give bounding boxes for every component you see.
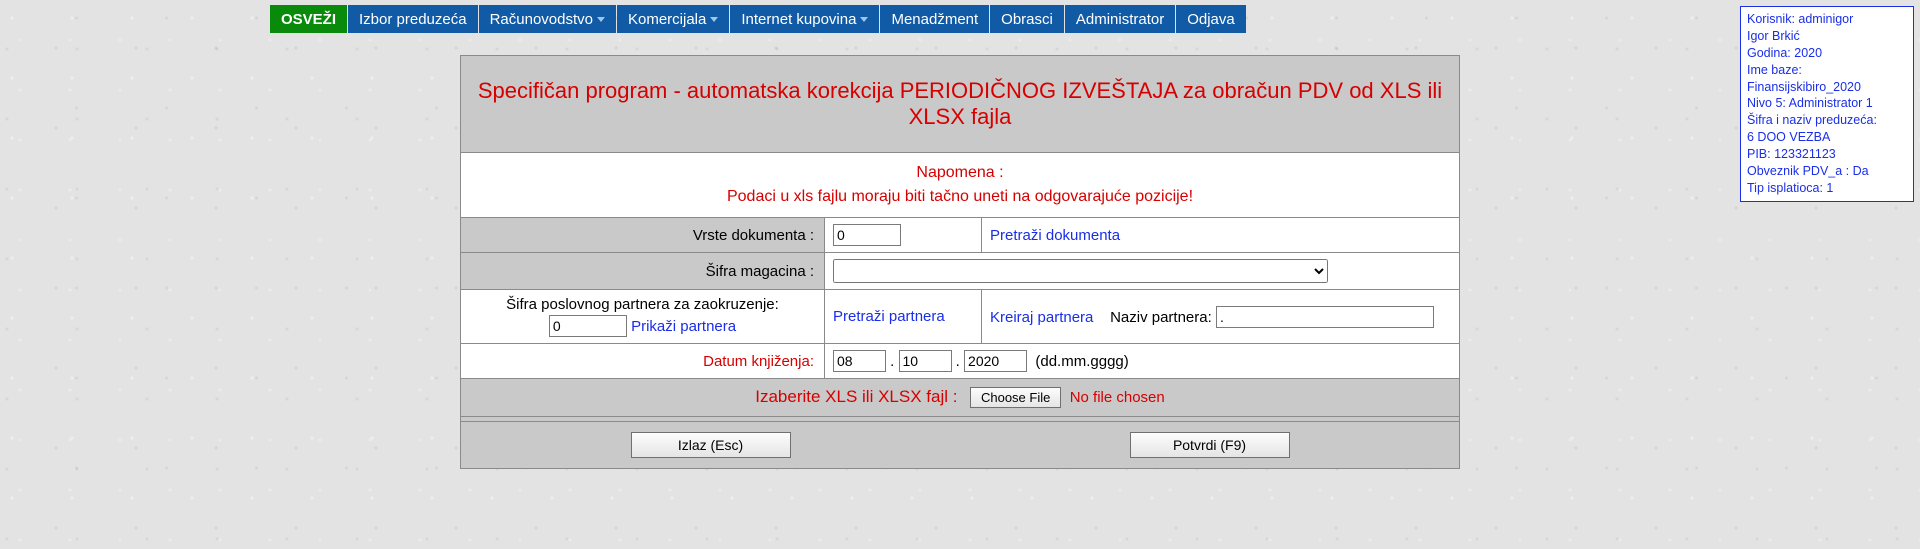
label-sifra-magacina: Šifra magacina : (461, 253, 825, 290)
note-line2: Podaci u xls fajlu moraju biti tačno une… (727, 188, 1193, 205)
info-comp-lbl: Šifra i naziv preduzeća: (1747, 112, 1907, 129)
note-cell: Napomena : Podaci u xls fajlu moraju bit… (461, 153, 1460, 218)
nav-racunovodstvo[interactable]: Računovodstvo (479, 5, 616, 33)
link-pretrazi-dokumenta[interactable]: Pretraži dokumenta (990, 227, 1120, 244)
label-sifra-partnera: Šifra poslovnog partnera za zaokruzenje: (469, 296, 816, 313)
input-sifra-partnera[interactable] (549, 315, 627, 337)
input-date-yyyy[interactable] (964, 350, 1027, 372)
input-date-dd[interactable] (833, 350, 886, 372)
main-nav: OSVEŽI Izbor preduzeća Računovodstvo Kom… (0, 0, 1920, 37)
input-date-mm[interactable] (899, 350, 952, 372)
info-tip: Tip isplatioca: 1 (1747, 180, 1907, 197)
nav-menadzment[interactable]: Menadžment (880, 5, 989, 33)
select-sifra-magacina[interactable] (833, 259, 1328, 283)
chevron-down-icon (710, 17, 718, 22)
input-naziv-partnera[interactable] (1216, 306, 1434, 328)
page-title: Specifičan program - automatska korekcij… (461, 56, 1460, 153)
info-level: Nivo 5: Administrator 1 (1747, 95, 1907, 112)
nav-komercijala[interactable]: Komercijala (617, 5, 729, 33)
user-info-panel: Korisnik: adminigor Igor Brkić Godina: 2… (1740, 6, 1914, 202)
nav-odjava[interactable]: Odjava (1176, 5, 1246, 33)
label-datum-knjizenja: Datum knjiženja: (461, 344, 825, 379)
hint-date-format: (dd.mm.gggg) (1035, 353, 1128, 370)
status-no-file: No file chosen (1070, 389, 1165, 406)
label-izaberite-fajl: Izaberite XLS ili XLSX fajl : (755, 387, 957, 406)
info-db-lbl: Ime baze: (1747, 62, 1907, 79)
info-pib: PIB: 123321123 (1747, 146, 1907, 163)
info-comp: 6 DOO VEZBA (1747, 129, 1907, 146)
info-db: Finansijskibiro_2020 (1747, 79, 1907, 96)
label-naziv-partnera: Naziv partnera: (1110, 309, 1212, 326)
button-choose-file[interactable]: Choose File (970, 387, 1061, 408)
link-pretrazi-partnera[interactable]: Pretraži partnera (833, 308, 945, 325)
nav-administrator[interactable]: Administrator (1065, 5, 1175, 33)
note-line1: Napomena : (916, 164, 1003, 181)
button-izlaz[interactable]: Izlaz (Esc) (631, 432, 791, 458)
chevron-down-icon (860, 17, 868, 22)
nav-refresh[interactable]: OSVEŽI (270, 5, 347, 33)
chevron-down-icon (597, 17, 605, 22)
info-name: Igor Brkić (1747, 28, 1907, 45)
nav-internet-kupovina[interactable]: Internet kupovina (730, 5, 879, 33)
info-user: Korisnik: adminigor (1747, 11, 1907, 28)
label-vrste-dokumenta: Vrste dokumenta : (461, 218, 825, 253)
link-kreiraj-partnera[interactable]: Kreiraj partnera (990, 309, 1093, 326)
link-prikazi-partnera[interactable]: Prikaži partnera (631, 318, 736, 335)
form-container: Specifičan program - automatska korekcij… (460, 55, 1460, 469)
nav-izbor-preduzeca[interactable]: Izbor preduzeća (348, 5, 478, 33)
info-pdv: Obveznik PDV_a : Da (1747, 163, 1907, 180)
info-year: Godina: 2020 (1747, 45, 1907, 62)
button-potvrdi[interactable]: Potvrdi (F9) (1130, 432, 1290, 458)
nav-obrasci[interactable]: Obrasci (990, 5, 1064, 33)
input-vrste-dokumenta[interactable] (833, 224, 901, 246)
